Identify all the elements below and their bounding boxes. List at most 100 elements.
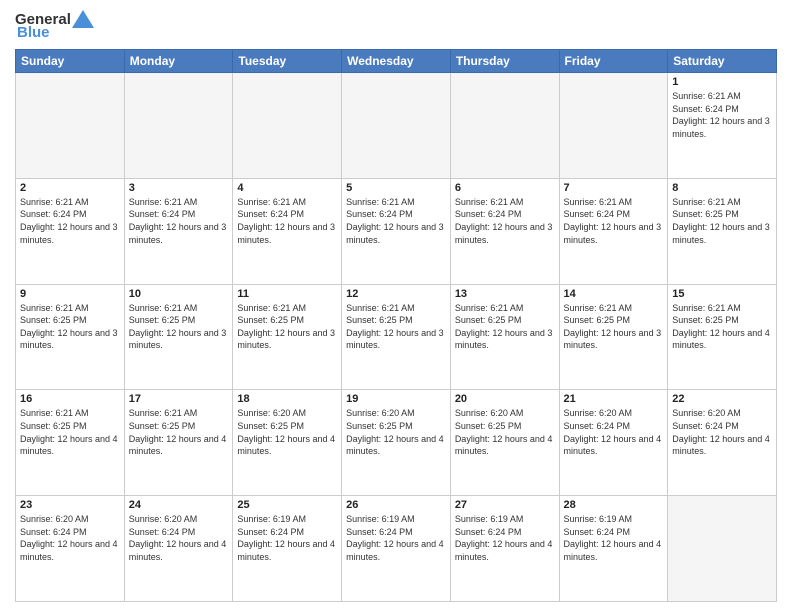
day-info: Sunrise: 6:20 AMSunset: 6:24 PMDaylight:…: [20, 513, 120, 563]
day-info: Sunrise: 6:19 AMSunset: 6:24 PMDaylight:…: [237, 513, 337, 563]
calendar-cell: 18 Sunrise: 6:20 AMSunset: 6:25 PMDayligh…: [233, 390, 342, 496]
logo-blue: Blue: [17, 24, 50, 41]
calendar-cell: 9Sunrise: 6:21 AMSunset: 6:25 PMDaylight…: [16, 284, 125, 390]
day-info: Sunrise: 6:21 AMSunset: 6:24 PMDaylight:…: [237, 196, 337, 246]
day-info: Sunrise: 6:20 AMSunset: 6:25 PMDaylight:…: [346, 407, 446, 457]
day-info: Sunrise: 6:21 AMSunset: 6:24 PMDaylight:…: [672, 90, 772, 140]
day-number: 22: [672, 393, 772, 405]
calendar-cell: 23 Sunrise: 6:20 AMSunset: 6:24 PMDayligh…: [16, 496, 125, 602]
day-number: 13: [455, 288, 555, 300]
weekday-header-monday: Monday: [124, 50, 233, 73]
day-number: 8: [672, 182, 772, 194]
day-number: 27: [455, 499, 555, 511]
calendar-cell: 14 Sunrise: 6:21 AMSunset: 6:25 PMDayligh…: [559, 284, 668, 390]
calendar-cell: 4 Sunrise: 6:21 AMSunset: 6:24 PMDaylight…: [233, 178, 342, 284]
day-info: Sunrise: 6:21 AMSunset: 6:24 PMDaylight:…: [20, 196, 120, 246]
day-info: Sunrise: 6:21 AMSunset: 6:25 PMDaylight:…: [346, 302, 446, 352]
day-number: 16: [20, 393, 120, 405]
day-info: Sunrise: 6:19 AMSunset: 6:24 PMDaylight:…: [346, 513, 446, 563]
calendar-cell: 27 Sunrise: 6:19 AMSunset: 6:24 PMDayligh…: [450, 496, 559, 602]
day-number: 10: [129, 288, 229, 300]
weekday-header-thursday: Thursday: [450, 50, 559, 73]
calendar-cell: 7 Sunrise: 6:21 AMSunset: 6:24 PMDaylight…: [559, 178, 668, 284]
calendar-cell: 24 Sunrise: 6:20 AMSunset: 6:24 PMDayligh…: [124, 496, 233, 602]
calendar-cell: 21 Sunrise: 6:20 AMSunset: 6:24 PMDayligh…: [559, 390, 668, 496]
calendar-cell: [233, 73, 342, 179]
week-row-4: 16 Sunrise: 6:21 AMSunset: 6:25 PMDayligh…: [16, 390, 777, 496]
page: General Blue SundayMondayTuesdayWednesda…: [0, 0, 792, 612]
calendar-cell: [450, 73, 559, 179]
logo: General Blue: [15, 10, 94, 41]
calendar-cell: 19 Sunrise: 6:20 AMSunset: 6:25 PMDayligh…: [342, 390, 451, 496]
day-number: 12: [346, 288, 446, 300]
weekday-header-row: SundayMondayTuesdayWednesdayThursdayFrid…: [16, 50, 777, 73]
weekday-header-friday: Friday: [559, 50, 668, 73]
calendar-cell: 25 Sunrise: 6:19 AMSunset: 6:24 PMDayligh…: [233, 496, 342, 602]
calendar-cell: 15 Sunrise: 6:21 AMSunset: 6:25 PMDayligh…: [668, 284, 777, 390]
day-number: 26: [346, 499, 446, 511]
calendar-cell: 3Sunrise: 6:21 AMSunset: 6:24 PMDaylight…: [124, 178, 233, 284]
calendar-cell: [342, 73, 451, 179]
weekday-header-saturday: Saturday: [668, 50, 777, 73]
day-number: 21: [564, 393, 664, 405]
day-info: Sunrise: 6:21 AMSunset: 6:25 PMDaylight:…: [129, 407, 229, 457]
day-number: 4: [237, 182, 337, 194]
calendar-cell: 22 Sunrise: 6:20 AMSunset: 6:24 PMDayligh…: [668, 390, 777, 496]
day-number: 3: [129, 182, 229, 194]
day-info: Sunrise: 6:19 AMSunset: 6:24 PMDaylight:…: [455, 513, 555, 563]
day-info: Sunrise: 6:20 AMSunset: 6:24 PMDaylight:…: [672, 407, 772, 457]
day-info: Sunrise: 6:21 AMSunset: 6:25 PMDaylight:…: [237, 302, 337, 352]
week-row-3: 9Sunrise: 6:21 AMSunset: 6:25 PMDaylight…: [16, 284, 777, 390]
day-number: 5: [346, 182, 446, 194]
day-number: 6: [455, 182, 555, 194]
calendar-table: SundayMondayTuesdayWednesdayThursdayFrid…: [15, 49, 777, 602]
day-info: Sunrise: 6:21 AMSunset: 6:25 PMDaylight:…: [20, 302, 120, 352]
day-info: Sunrise: 6:19 AMSunset: 6:24 PMDaylight:…: [564, 513, 664, 563]
day-info: Sunrise: 6:21 AMSunset: 6:25 PMDaylight:…: [564, 302, 664, 352]
day-info: Sunrise: 6:21 AMSunset: 6:25 PMDaylight:…: [455, 302, 555, 352]
day-info: Sunrise: 6:21 AMSunset: 6:25 PMDaylight:…: [672, 302, 772, 352]
calendar-cell: 10 Sunrise: 6:21 AMSunset: 6:25 PMDayligh…: [124, 284, 233, 390]
day-number: 17: [129, 393, 229, 405]
day-number: 25: [237, 499, 337, 511]
day-number: 20: [455, 393, 555, 405]
day-info: Sunrise: 6:21 AMSunset: 6:25 PMDaylight:…: [672, 196, 772, 246]
day-info: Sunrise: 6:21 AMSunset: 6:24 PMDaylight:…: [455, 196, 555, 246]
day-info: Sunrise: 6:20 AMSunset: 6:24 PMDaylight:…: [564, 407, 664, 457]
weekday-header-tuesday: Tuesday: [233, 50, 342, 73]
calendar-cell: [559, 73, 668, 179]
day-info: Sunrise: 6:20 AMSunset: 6:24 PMDaylight:…: [129, 513, 229, 563]
day-info: Sunrise: 6:21 AMSunset: 6:25 PMDaylight:…: [129, 302, 229, 352]
day-number: 1: [672, 76, 772, 88]
day-number: 19: [346, 393, 446, 405]
day-number: 23: [20, 499, 120, 511]
day-number: 18: [237, 393, 337, 405]
calendar-cell: 6 Sunrise: 6:21 AMSunset: 6:24 PMDaylight…: [450, 178, 559, 284]
day-number: 7: [564, 182, 664, 194]
day-info: Sunrise: 6:20 AMSunset: 6:25 PMDaylight:…: [237, 407, 337, 457]
calendar-cell: 1 Sunrise: 6:21 AMSunset: 6:24 PMDaylight…: [668, 73, 777, 179]
calendar-cell: 26 Sunrise: 6:19 AMSunset: 6:24 PMDayligh…: [342, 496, 451, 602]
calendar-cell: [124, 73, 233, 179]
calendar-cell: 13 Sunrise: 6:21 AMSunset: 6:25 PMDayligh…: [450, 284, 559, 390]
day-number: 11: [237, 288, 337, 300]
day-info: Sunrise: 6:20 AMSunset: 6:25 PMDaylight:…: [455, 407, 555, 457]
day-info: Sunrise: 6:21 AMSunset: 6:24 PMDaylight:…: [346, 196, 446, 246]
logo-icon: [72, 10, 94, 28]
header: General Blue: [15, 10, 777, 41]
day-number: 14: [564, 288, 664, 300]
calendar-cell: [16, 73, 125, 179]
calendar-cell: 16Sunrise: 6:21 AMSunset: 6:25 PMDayligh…: [16, 390, 125, 496]
day-number: 15: [672, 288, 772, 300]
calendar-cell: 8 Sunrise: 6:21 AMSunset: 6:25 PMDaylight…: [668, 178, 777, 284]
calendar-cell: 20 Sunrise: 6:20 AMSunset: 6:25 PMDayligh…: [450, 390, 559, 496]
day-info: Sunrise: 6:21 AMSunset: 6:24 PMDaylight:…: [564, 196, 664, 246]
calendar-cell: 28Sunrise: 6:19 AMSunset: 6:24 PMDayligh…: [559, 496, 668, 602]
weekday-header-sunday: Sunday: [16, 50, 125, 73]
day-number: 2: [20, 182, 120, 194]
week-row-2: 2 Sunrise: 6:21 AMSunset: 6:24 PMDaylight…: [16, 178, 777, 284]
calendar-cell: 17 Sunrise: 6:21 AMSunset: 6:25 PMDayligh…: [124, 390, 233, 496]
calendar-cell: 2 Sunrise: 6:21 AMSunset: 6:24 PMDaylight…: [16, 178, 125, 284]
day-number: 24: [129, 499, 229, 511]
week-row-5: 23 Sunrise: 6:20 AMSunset: 6:24 PMDayligh…: [16, 496, 777, 602]
